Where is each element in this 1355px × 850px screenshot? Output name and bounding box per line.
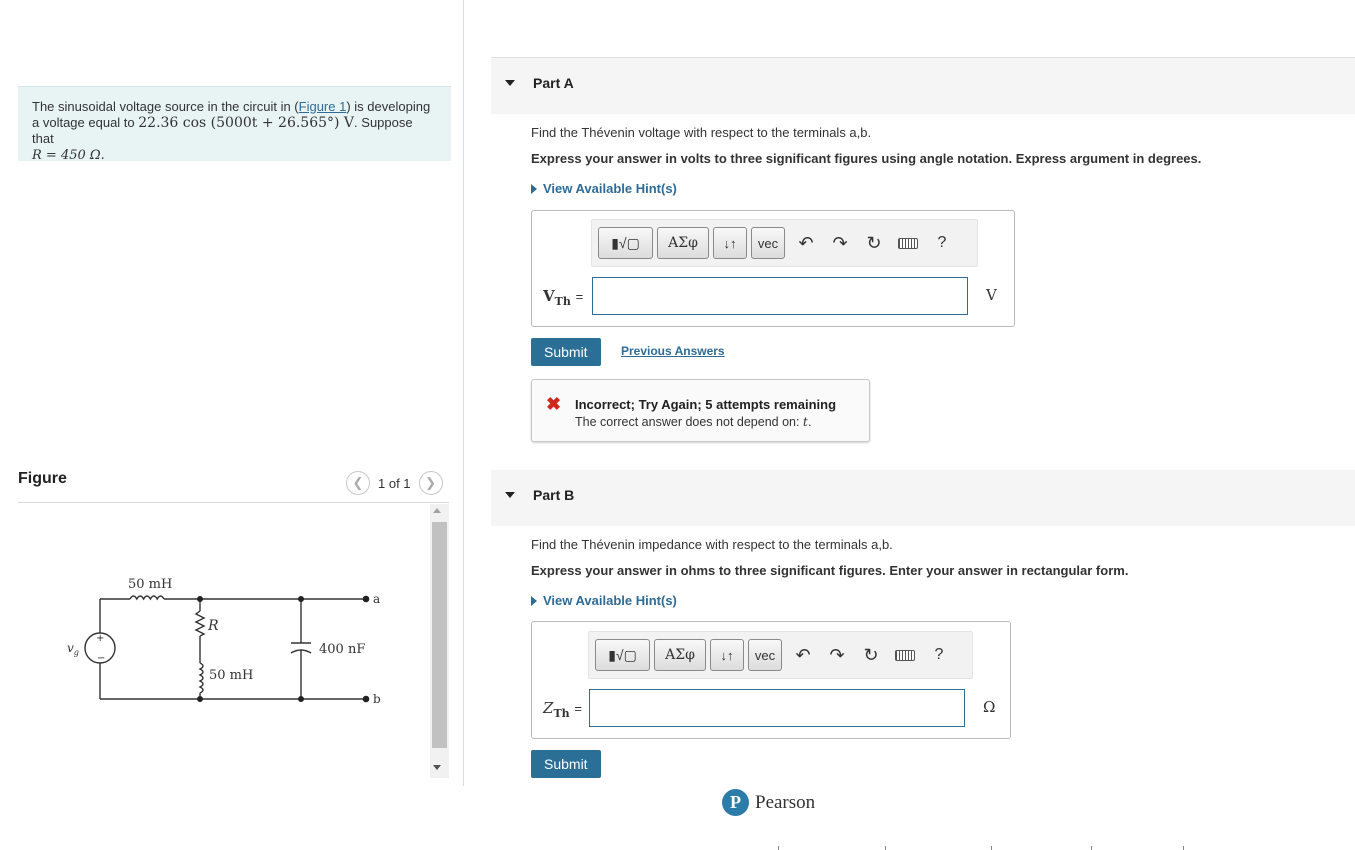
part-a-instruction: Express your answer in volts to three si… — [531, 151, 1202, 166]
resistor-label: R — [207, 618, 219, 634]
error-x-icon: ✖ — [546, 394, 562, 414]
figure-page-count: 1 of 1 — [378, 475, 411, 491]
hint-label: View Available Hint(s) — [543, 181, 677, 196]
part-a-question: Find the Thévenin voltage with respect t… — [531, 125, 872, 140]
inductor2-label: 50 mH — [209, 668, 253, 683]
part-b-question: Find the Thévenin impedance with respect… — [531, 537, 893, 552]
figure-pager: ❮ 1 of 1 ❯ — [346, 471, 443, 495]
terminal-b-label: b — [373, 692, 381, 706]
column-divider — [463, 0, 464, 786]
prev-figure-button[interactable]: ❮ — [346, 471, 370, 495]
inductor1-label: 50 mH — [128, 577, 172, 592]
reset-icon[interactable]: ↻ — [854, 639, 888, 671]
scrollbar-thumb[interactable] — [432, 522, 447, 748]
source-minus-sign: − — [97, 653, 105, 664]
help-button[interactable]: ? — [925, 227, 959, 259]
feedback-detail: The correct answer does not depend on: t… — [575, 414, 812, 429]
greek-symbols-button[interactable]: ΑΣφ — [657, 227, 709, 259]
circuit-figure: + − 50 mH R 50 mH 400 nF a b vg — [18, 503, 430, 778]
part-b-hint-link[interactable]: View Available Hint(s) — [531, 593, 677, 608]
voltage-expression: 22.36 cos (5000t + 26.565°) V — [138, 115, 355, 131]
figure-link[interactable]: Figure 1 — [299, 99, 347, 114]
part-a-header[interactable]: Part A — [491, 58, 1355, 114]
part-b-header[interactable]: Part B — [491, 470, 1355, 526]
feedback-status: Incorrect; Try Again; 5 attempts remaini… — [575, 397, 837, 412]
redo-icon[interactable]: ↷ — [823, 227, 857, 259]
zth-input[interactable] — [589, 689, 965, 727]
help-button[interactable]: ? — [922, 639, 956, 671]
templates-button[interactable]: ▮√▢ — [598, 227, 653, 259]
pearson-logo-icon: P — [722, 789, 749, 816]
scroll-up-arrow-icon[interactable] — [433, 508, 441, 513]
pearson-brand: Pearson — [755, 791, 816, 813]
scroll-down-arrow-icon[interactable] — [433, 765, 441, 770]
hint-label: View Available Hint(s) — [543, 593, 677, 608]
vth-unit: V — [986, 286, 997, 304]
source-plus-sign: + — [96, 633, 104, 644]
sub-superscript-button[interactable]: ↓↑ — [710, 639, 744, 671]
zth-label: ZTh = — [543, 699, 582, 720]
source-label: vg — [67, 641, 79, 657]
part-b-submit-button[interactable]: Submit — [531, 750, 601, 778]
footer-tick — [778, 846, 779, 850]
figure-title: Figure — [18, 470, 67, 487]
previous-answers-link[interactable]: Previous Answers — [621, 344, 725, 358]
problem-text: The sinusoidal voltage source in the cir… — [32, 99, 299, 114]
redo-icon[interactable]: ↷ — [820, 639, 854, 671]
greek-symbols-button[interactable]: ΑΣφ — [654, 639, 706, 671]
next-figure-button[interactable]: ❯ — [418, 471, 443, 495]
vector-button[interactable]: vec — [751, 227, 785, 259]
part-a-submit-button[interactable]: Submit — [531, 338, 601, 366]
hint-caret-icon — [531, 595, 537, 606]
feedback-box: ✖ Incorrect; Try Again; 5 attempts remai… — [531, 379, 870, 442]
pearson-logo[interactable]: P Pearson — [722, 789, 815, 816]
vth-input[interactable] — [592, 277, 968, 315]
part-a-title: Part A — [533, 75, 574, 91]
templates-button[interactable]: ▮√▢ — [595, 639, 650, 671]
part-b-math-toolbar: ▮√▢ ΑΣφ ↓↑ vec ↶ ↷ ↻ ? — [588, 631, 973, 679]
circuit-diagram: + − 50 mH R 50 mH 400 nF a b vg — [67, 577, 381, 706]
hint-caret-icon — [531, 183, 537, 194]
footer-tick — [1183, 846, 1184, 850]
part-b-instruction: Express your answer in ohms to three sig… — [531, 563, 1129, 578]
sub-superscript-button[interactable]: ↓↑ — [713, 227, 747, 259]
footer-tick — [991, 846, 992, 850]
problem-statement: The sinusoidal voltage source in the cir… — [18, 86, 451, 163]
vector-button[interactable]: vec — [748, 639, 782, 671]
part-a-math-toolbar: ▮√▢ ΑΣφ ↓↑ vec ↶ ↷ ↻ ? — [591, 219, 978, 267]
part-b-title: Part B — [533, 487, 575, 503]
keyboard-icon[interactable] — [888, 639, 922, 671]
resistance-value: R = 450 Ω. — [32, 148, 105, 163]
footer-tick — [885, 846, 886, 850]
vth-label: VTh = — [543, 287, 584, 308]
collapse-triangle-icon[interactable] — [505, 492, 515, 498]
reset-icon[interactable]: ↻ — [857, 227, 891, 259]
undo-icon[interactable]: ↶ — [786, 639, 820, 671]
footer-tick — [1091, 846, 1092, 850]
zth-unit: Ω — [983, 698, 996, 716]
terminal-a-label: a — [373, 592, 380, 606]
part-a-hint-link[interactable]: View Available Hint(s) — [531, 181, 677, 196]
undo-icon[interactable]: ↶ — [789, 227, 823, 259]
collapse-triangle-icon[interactable] — [505, 80, 515, 86]
keyboard-icon[interactable] — [891, 227, 925, 259]
capacitor-label: 400 nF — [319, 642, 365, 657]
